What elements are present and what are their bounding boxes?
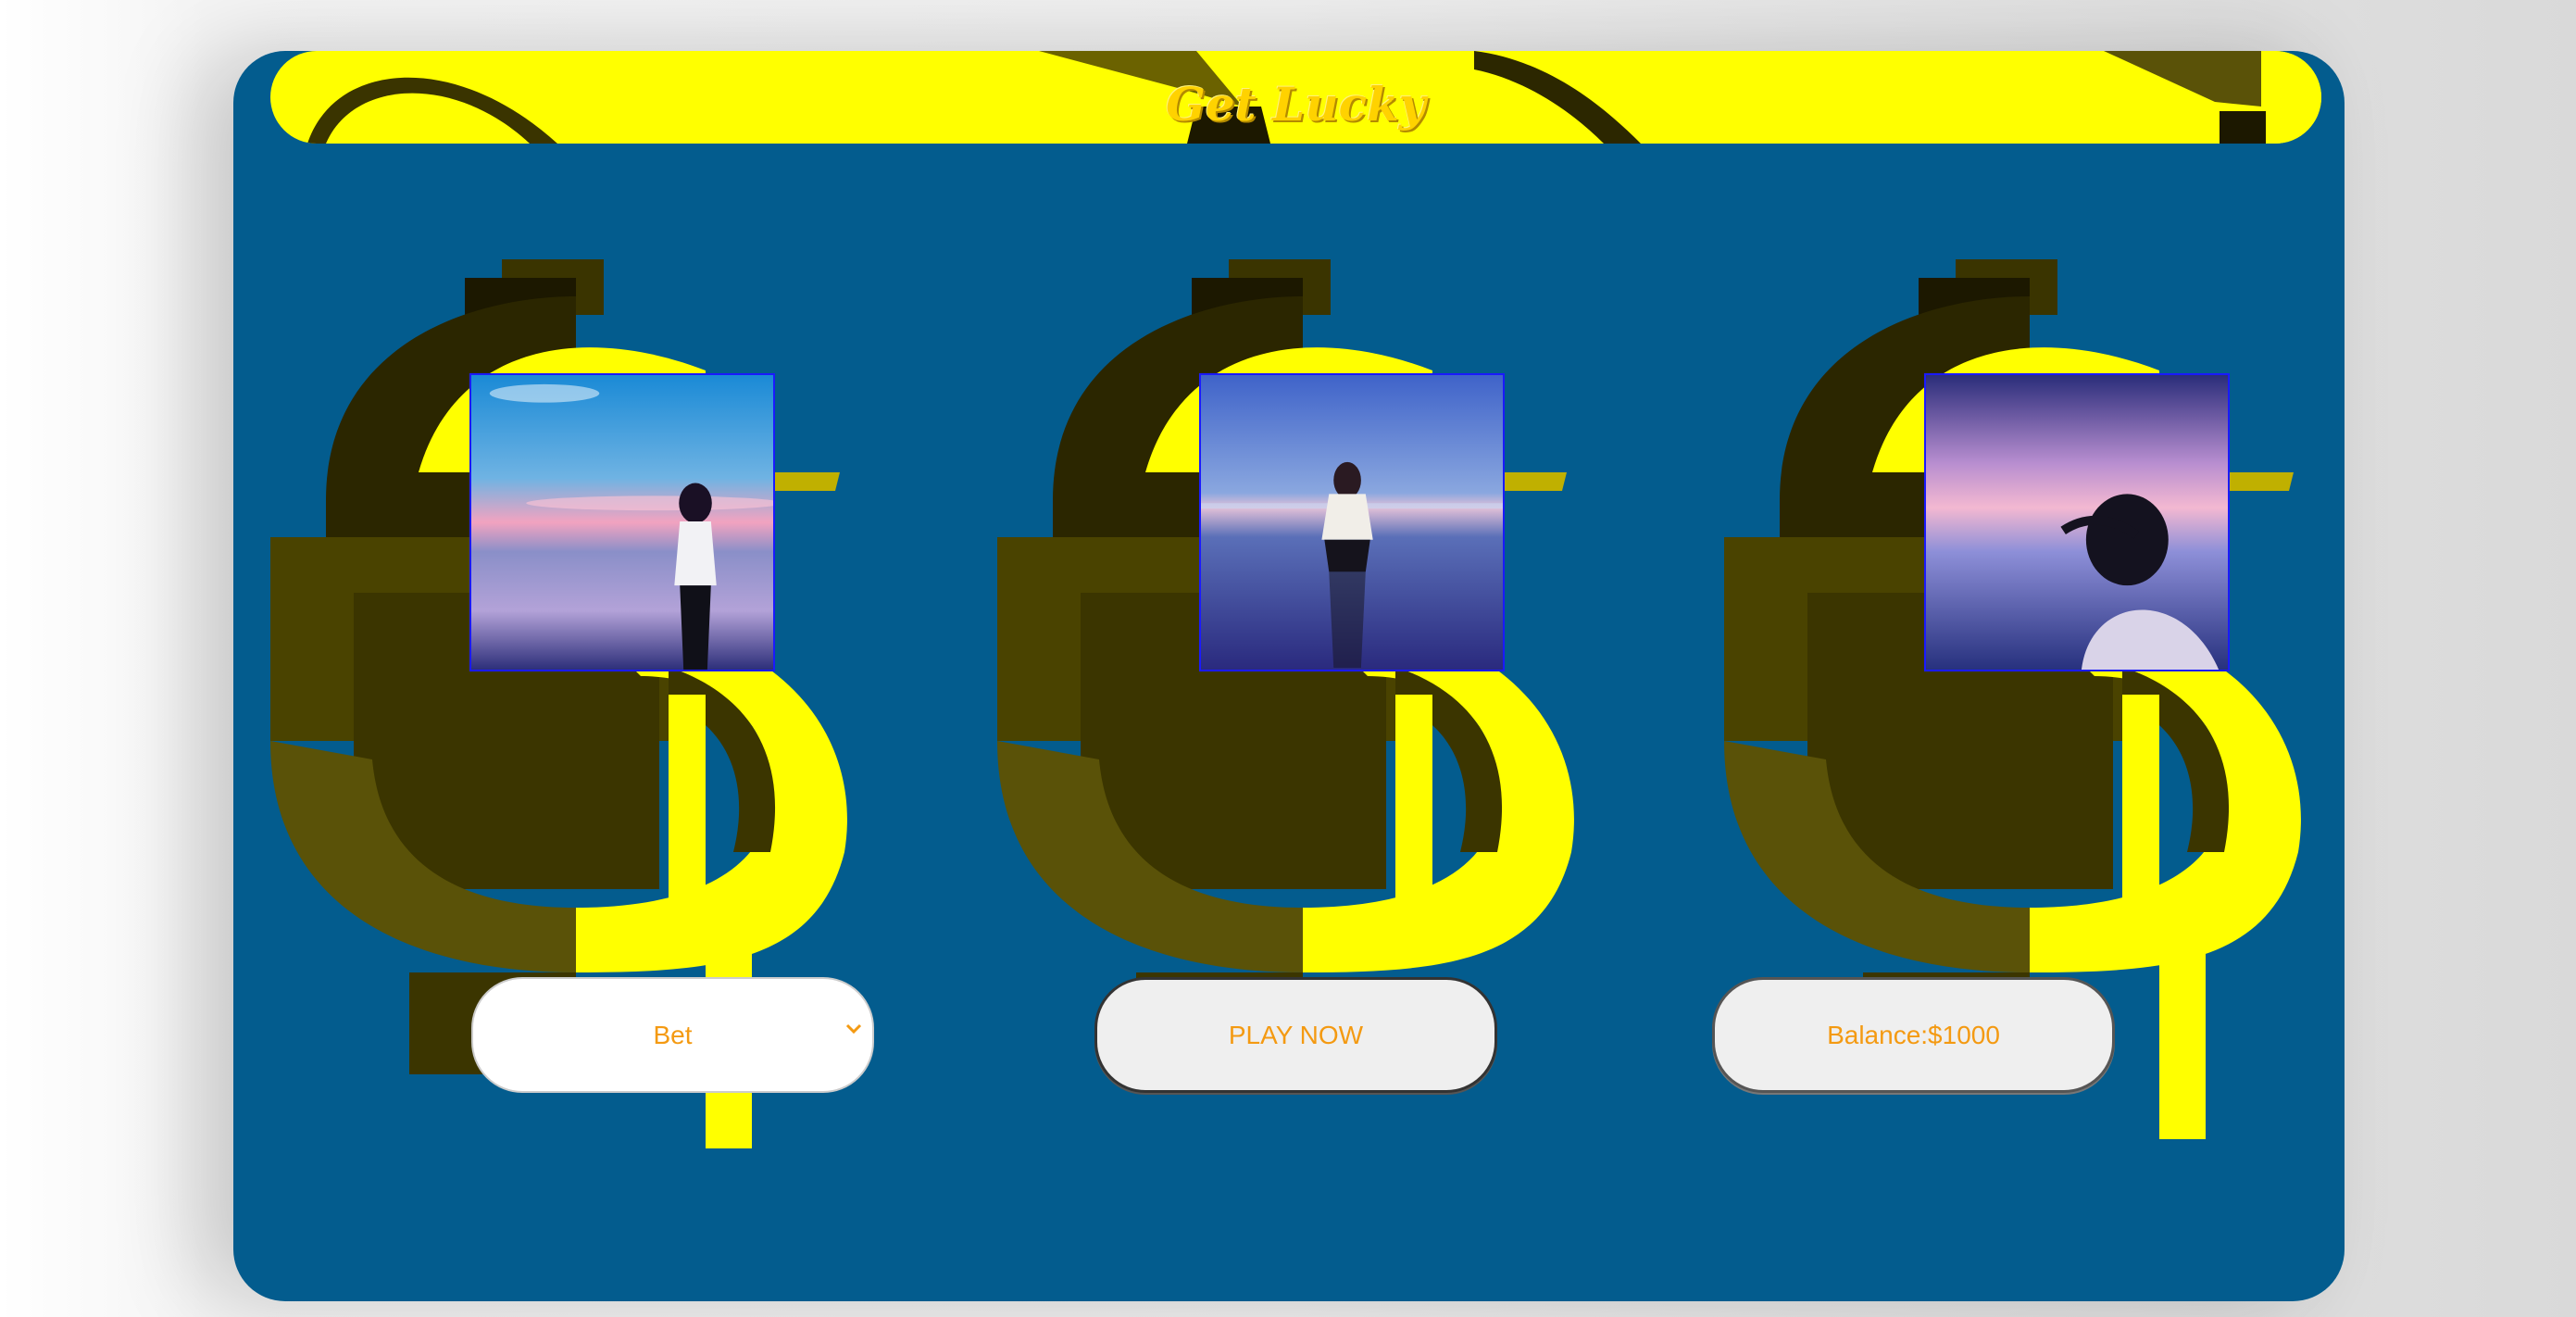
bet-label: Bet: [653, 1020, 693, 1049]
reel-2-photo: [1199, 373, 1505, 671]
bet-select[interactable]: Bet: [471, 977, 874, 1093]
play-now-button[interactable]: PLAY NOW: [1094, 977, 1497, 1093]
slot-machine: Get Lucky Bet PLAY NOW Balance:$1000: [233, 51, 2345, 1301]
chevron-down-icon: [845, 1023, 862, 1035]
page-title: Get Lucky: [1166, 77, 1426, 132]
play-now-label: PLAY NOW: [1228, 1020, 1364, 1049]
reel-1-photo: [469, 373, 775, 671]
balance-label: Balance:$1000: [1827, 1020, 2000, 1049]
reel-3-photo: [1924, 373, 2230, 671]
title-banner: Get Lucky: [270, 51, 2321, 144]
balance-display: Balance:$1000: [1712, 977, 2115, 1093]
